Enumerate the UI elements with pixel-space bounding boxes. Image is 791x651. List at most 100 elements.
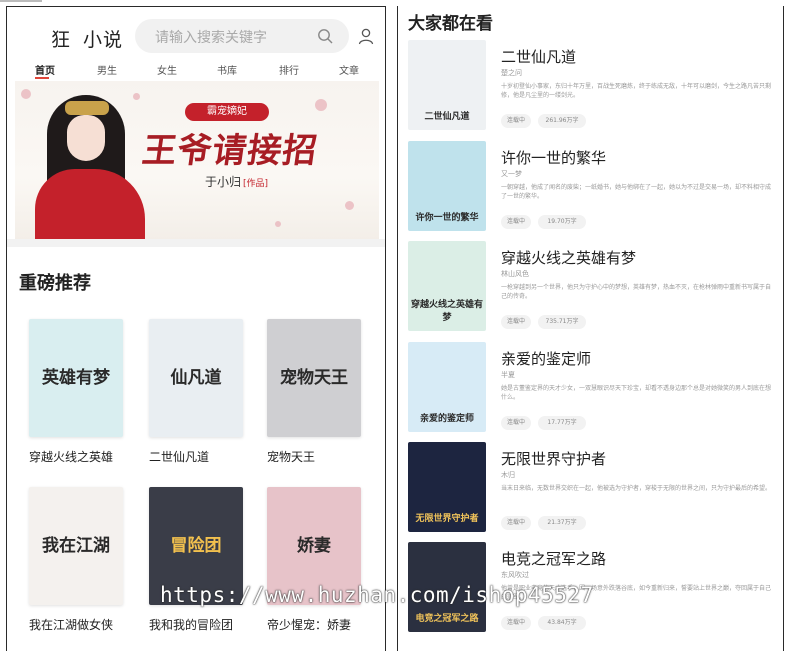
book-cover[interactable]: 英雄有梦: [29, 319, 123, 437]
cover-title: 二世仙凡道: [424, 112, 470, 122]
banner-author-tag: [作品]: [243, 179, 269, 189]
site-logo[interactable]: 狂小说: [51, 25, 135, 52]
active-tab-indicator: [35, 77, 49, 79]
header: 狂小说 请输入搜索关键字: [7, 19, 385, 55]
tab-library[interactable]: 书库: [217, 62, 237, 77]
book-author: 楚之问: [501, 69, 522, 77]
word-count-badge: 17.77万字: [538, 416, 586, 430]
banner-author-name: 于小归: [205, 175, 242, 189]
nav-tabs: 首页 男生 女生 书库 排行 文章: [7, 62, 385, 79]
book-cover[interactable]: 二世仙凡道: [408, 40, 486, 130]
search-input[interactable]: 请输入搜索关键字: [135, 19, 349, 53]
book-title[interactable]: 穿越火线之英雄有梦: [501, 247, 636, 268]
book-card[interactable]: 仙凡道 二世仙凡道: [149, 319, 243, 465]
word-count-badge: 43.84万字: [538, 616, 586, 630]
banner-author: 于小归 [作品]: [205, 173, 268, 190]
cover-title: 我在江湖: [42, 536, 110, 556]
top-line: [0, 0, 42, 2]
book-author: 又一梦: [501, 170, 522, 178]
status-badge: 连载中: [501, 215, 531, 229]
blossom-decoration: [315, 99, 327, 111]
status-badge: 连载中: [501, 315, 531, 329]
tab-home[interactable]: 首页: [35, 62, 55, 77]
cover-title: 宠物天王: [280, 368, 348, 388]
book-card[interactable]: 冒险团我和我的冒险团: [149, 487, 243, 633]
section-title: 重磅推荐: [19, 273, 91, 294]
book-cover[interactable]: 无限世界守护者: [408, 442, 486, 532]
book-description: 一枪穿越到另一个世界，他只为守护心中的梦想，英雄有梦，热血不灭，在枪林弹雨中重新…: [501, 284, 771, 300]
user-icon[interactable]: [357, 27, 375, 45]
book-list-item[interactable]: 穿越火线之英雄有梦 穿越火线之英雄有梦 林山风色 一枪穿越到另一个世界，他只为守护心中…: [408, 241, 778, 333]
cover-title: 仙凡道: [170, 368, 222, 388]
promo-banner[interactable]: 霸宠嫡妃 王爷请接招 于小归 [作品]: [15, 81, 379, 241]
book-title[interactable]: 我在江湖做女侠: [29, 616, 123, 633]
word-count-badge: 735.71万字: [538, 315, 586, 329]
book-title[interactable]: 帝少惺宠：娇妻: [267, 616, 361, 633]
cover-title: 许你一世的繁华: [415, 213, 479, 223]
banner-badge: 霸宠嫡妃: [185, 103, 269, 121]
popular-panel: 大家都在看 二世仙凡道 二世仙凡道 楚之问 十岁初登仙小事家，东归十年万里，百战生死磨…: [397, 6, 784, 651]
book-title[interactable]: 电竞之冠军之路: [501, 548, 606, 569]
search-placeholder: 请输入搜索关键字: [155, 30, 267, 46]
book-title[interactable]: 二世仙凡道: [501, 46, 576, 67]
tab-ranking[interactable]: 排行: [279, 62, 299, 77]
book-list-item[interactable]: 无限世界守护者 无限世界守护者 木归 当末日来临，无数世界交织在一起，他被选为守护者，…: [408, 442, 778, 534]
book-title[interactable]: 亲爱的鉴定师: [501, 348, 591, 369]
logo-word-1: 狂: [51, 29, 72, 51]
cover-title: 娇妻: [297, 536, 331, 556]
cover-title: 电竞之冠军之路: [415, 614, 479, 624]
book-description: 十岁初登仙小事家，东归十年万里，百战生死磨炼，终于练成无敌，十年可以磨剑，今生之…: [501, 83, 771, 99]
cover-title: 亲爱的鉴定师: [419, 414, 474, 424]
blossom-decoration: [275, 221, 281, 227]
banner-character-crown: [65, 101, 109, 115]
book-description: 一朝穿越，他成了闻名的废柴；一纸婚书，她与他绑在了一起，她以为不过是交易一场，却…: [501, 184, 771, 200]
tab-male[interactable]: 男生: [97, 62, 117, 77]
status-badge: 连载中: [501, 516, 531, 530]
book-list-item[interactable]: 亲爱的鉴定师 亲爱的鉴定师 半夏 她是古董鉴定界的天才少女，一双慧眼识尽天下珍宝，却看…: [408, 342, 778, 434]
word-count-badge: 261.96万字: [538, 114, 586, 128]
book-title[interactable]: 我和我的冒险团: [149, 616, 243, 633]
book-title[interactable]: 许你一世的繁华: [501, 147, 606, 168]
status-badge: 连载中: [501, 616, 531, 630]
blossom-decoration: [21, 89, 31, 99]
book-card[interactable]: 英雄有梦穿越火线之英雄: [29, 319, 123, 465]
book-cover[interactable]: 宠物天王: [267, 319, 361, 437]
cover-title: 英雄有梦: [42, 368, 110, 388]
watermark-text: https://www.huzhan.com/ishop45527: [160, 583, 594, 607]
search-icon[interactable]: [317, 28, 333, 44]
cover-title: 穿越火线之英雄有梦: [410, 300, 483, 323]
book-list-item[interactable]: 许你一世的繁华 许你一世的繁华 又一梦 一朝穿越，他成了闻名的废柴；一纸婚书，她与他绑…: [408, 141, 778, 233]
tab-female[interactable]: 女生: [157, 62, 177, 77]
book-author: 半夏: [501, 371, 515, 379]
book-author: 木归: [501, 471, 515, 479]
status-badge: 连载中: [501, 416, 531, 430]
book-author: 林山风色: [501, 270, 529, 278]
tab-articles[interactable]: 文章: [339, 62, 359, 77]
book-card[interactable]: 我在江湖我在江湖做女侠: [29, 487, 123, 633]
book-card[interactable]: 娇妻帝少惺宠：娇妻: [267, 487, 361, 633]
book-cover[interactable]: 我在江湖: [29, 487, 123, 605]
book-title[interactable]: 二世仙凡道: [149, 448, 243, 465]
home-panel: 狂小说 请输入搜索关键字 首页 男生 女生 书库 排行 文章 霸宠嫡妃 王爷请接…: [6, 6, 386, 651]
book-title[interactable]: 无限世界守护者: [501, 448, 606, 469]
banner-character-face: [67, 115, 105, 161]
cover-title: 冒险团: [170, 536, 222, 556]
book-cover[interactable]: 亲爱的鉴定师: [408, 342, 486, 432]
book-title[interactable]: 宠物天王: [267, 448, 361, 465]
book-title[interactable]: 穿越火线之英雄: [29, 448, 123, 465]
book-description: 当末日来临，无数世界交织在一起，他被选为守护者，穿梭于无限的世界之间，只为守护最…: [501, 485, 771, 492]
book-cover[interactable]: 穿越火线之英雄有梦: [408, 241, 486, 331]
book-description: 她是古董鉴定界的天才少女，一双慧眼识尽天下珍宝，却看不透身边那个总是对她微笑的男…: [501, 385, 771, 401]
book-cover[interactable]: 许你一世的繁华: [408, 141, 486, 231]
book-cover[interactable]: 仙凡道: [149, 319, 243, 437]
word-count-badge: 19.70万字: [538, 215, 586, 229]
book-card[interactable]: 宠物天王 宠物天王: [267, 319, 361, 465]
popular-title: 大家都在看: [408, 14, 493, 34]
cover-title: 无限世界守护者: [415, 514, 479, 524]
blossom-decoration: [133, 93, 140, 100]
banner-title: 王爷请接招: [139, 131, 321, 171]
word-count-badge: 21.37万字: [538, 516, 586, 530]
banner-character-dress: [35, 169, 145, 241]
blossom-decoration: [345, 201, 354, 210]
book-list-item[interactable]: 二世仙凡道 二世仙凡道 楚之问 十岁初登仙小事家，东归十年万里，百战生死磨炼，终于练成…: [408, 40, 778, 132]
